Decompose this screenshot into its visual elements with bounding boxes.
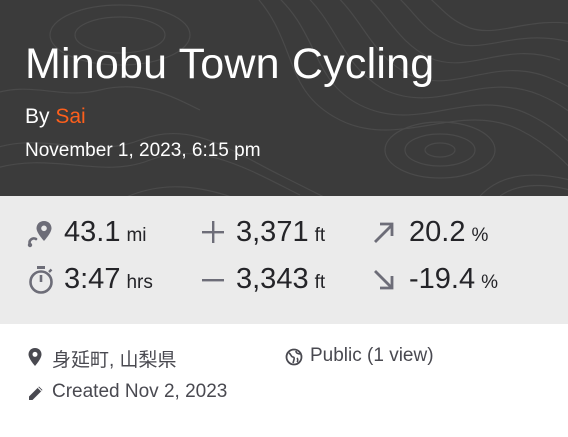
- min-grade-stat: -19.4%: [409, 263, 498, 296]
- route-pin-icon: [27, 221, 52, 248]
- activity-header: Minobu Town Cycling By Sai November 1, 2…: [0, 0, 568, 196]
- plus-icon: [202, 221, 224, 243]
- pencil-icon: [29, 386, 43, 400]
- byline: By Sai: [25, 105, 86, 129]
- elevation-gain-unit: ft: [314, 225, 326, 246]
- created-text: Created Nov 2, 2023: [52, 381, 228, 402]
- arrow-up-right-icon: [374, 222, 394, 243]
- stopwatch-icon: [29, 266, 53, 294]
- activity-datetime: November 1, 2023, 6:15 pm: [25, 140, 261, 161]
- distance-unit: mi: [126, 225, 147, 246]
- elevation-loss-unit: ft: [314, 272, 326, 293]
- elevation-gain-stat: 3,371 ft: [236, 216, 325, 249]
- details-panel: 身延町, 山梨県 Public (1 view) Created Nov 2, …: [0, 324, 568, 437]
- max-grade-stat: 20.2%: [409, 216, 488, 249]
- elevation-gain-value: 3,371: [236, 216, 309, 248]
- moving-time-value: 3:47: [64, 263, 121, 295]
- moving-time-unit: hrs: [126, 272, 153, 293]
- min-grade-unit: %: [481, 272, 499, 293]
- elevation-loss-value: 3,343: [236, 263, 309, 295]
- topographic-background: [0, 0, 568, 196]
- max-grade-value: 20.2: [409, 216, 466, 248]
- by-label: By: [25, 105, 50, 128]
- max-grade-unit: %: [471, 225, 489, 246]
- globe-icon: [285, 348, 303, 366]
- moving-time-stat: 3:47 hrs: [64, 263, 153, 296]
- activity-title: Minobu Town Cycling: [25, 40, 435, 88]
- author-link[interactable]: Sai: [55, 105, 85, 128]
- visibility-text[interactable]: Public (1 view): [310, 345, 434, 367]
- minus-icon: [202, 279, 224, 282]
- min-grade-value: -19.4: [409, 263, 476, 295]
- arrow-down-right-icon: [374, 270, 394, 290]
- location-pin-icon: [28, 348, 42, 366]
- location-text: 身延町, 山梨県: [52, 350, 177, 371]
- distance-stat: 43.1 mi: [64, 216, 147, 249]
- elevation-loss-stat: 3,343 ft: [236, 263, 325, 296]
- stats-panel: 43.1 mi 3,371 ft 20.2% 3:47 hrs 3,343 ft -19…: [0, 196, 568, 324]
- distance-value: 43.1: [64, 216, 121, 248]
